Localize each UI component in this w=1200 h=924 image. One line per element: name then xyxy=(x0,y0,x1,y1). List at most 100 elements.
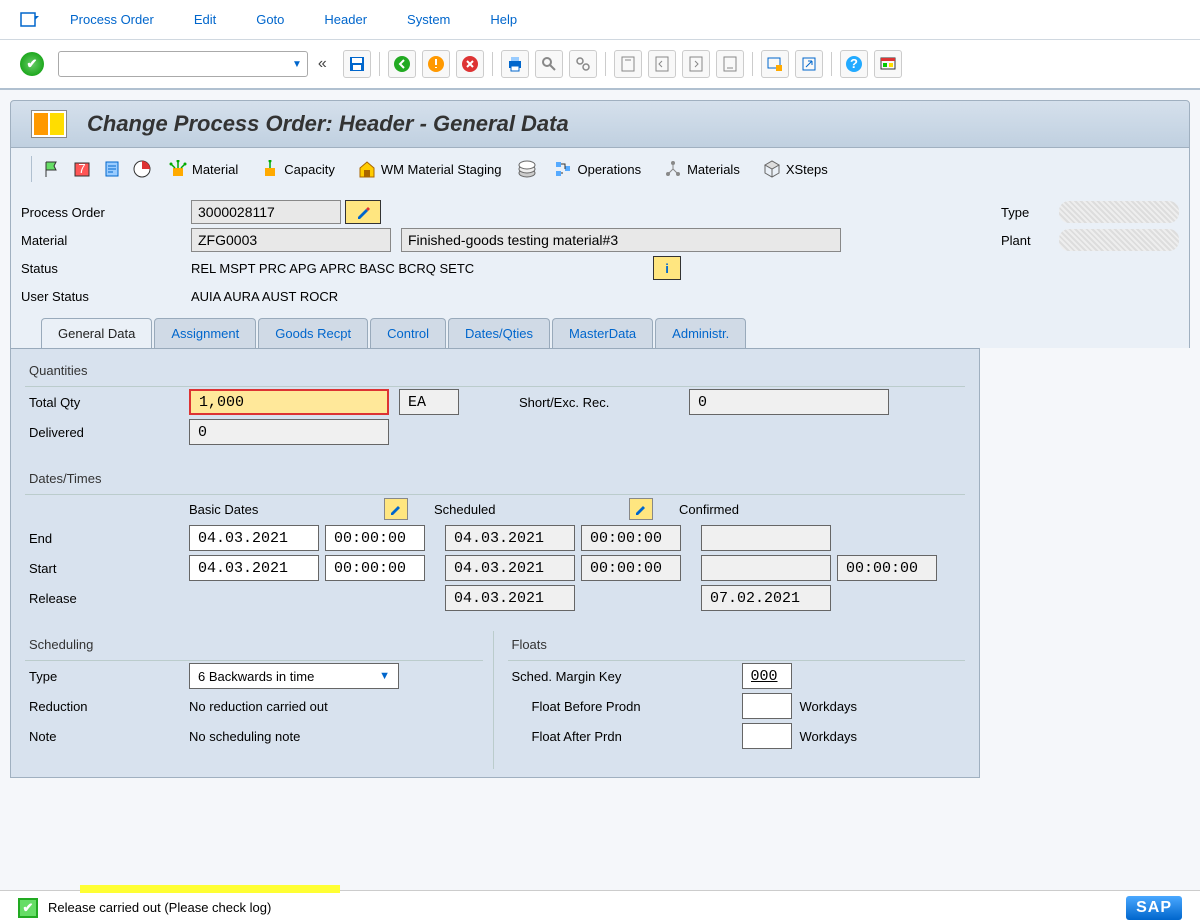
short-exc-label: Short/Exc. Rec. xyxy=(519,395,689,410)
scheduling-title: Scheduling xyxy=(25,631,483,658)
new-session-button[interactable] xyxy=(761,50,789,78)
tab-dates-qties[interactable]: Dates/Qties xyxy=(448,318,550,348)
floats-title: Floats xyxy=(508,631,966,658)
float-after-unit: Workdays xyxy=(800,729,858,744)
process-order-label: Process Order xyxy=(21,205,191,220)
type-label: Type xyxy=(1001,205,1051,220)
scheduled-edit-button[interactable] xyxy=(629,498,653,520)
tab-administr[interactable]: Administr. xyxy=(655,318,746,348)
tabstrip: General Data Assignment Goods Recpt Cont… xyxy=(10,314,1190,348)
find-next-button[interactable] xyxy=(569,50,597,78)
tab-control[interactable]: Control xyxy=(370,318,446,348)
prev-page-button[interactable] xyxy=(648,50,676,78)
find-button[interactable] xyxy=(535,50,563,78)
exit-button[interactable] xyxy=(422,50,450,78)
menu-edit[interactable]: Edit xyxy=(194,12,216,27)
material-button[interactable]: Material xyxy=(162,156,244,182)
menubar: Process Order Edit Goto Header System He… xyxy=(0,0,1200,40)
menu-header[interactable]: Header xyxy=(324,12,367,27)
basic-end-time[interactable] xyxy=(325,525,425,551)
float-after-label: Float After Prdn xyxy=(532,729,742,744)
total-qty-field[interactable] xyxy=(189,389,389,415)
menu-system[interactable]: System xyxy=(407,12,450,27)
last-page-button[interactable] xyxy=(716,50,744,78)
flag-icon[interactable] xyxy=(42,159,62,179)
status-value: REL MSPT PRC APG APRC BASC BCRQ SETC xyxy=(191,261,641,276)
conf-start-date xyxy=(701,555,831,581)
float-after-field[interactable] xyxy=(742,723,792,749)
save-button[interactable] xyxy=(343,50,371,78)
planning-icon[interactable] xyxy=(517,159,537,179)
margin-key-field[interactable] xyxy=(742,663,792,689)
transaction-icon xyxy=(31,110,67,138)
sched-end-time xyxy=(581,525,681,551)
tab-masterdata[interactable]: MasterData xyxy=(552,318,653,348)
user-status-value: AUIA AURA AUST ROCR xyxy=(191,289,338,304)
back-button[interactable] xyxy=(388,50,416,78)
plant-value xyxy=(1059,229,1179,251)
wm-staging-button[interactable]: WM Material Staging xyxy=(351,156,508,182)
total-qty-label: Total Qty xyxy=(29,395,189,410)
xsteps-button[interactable]: XSteps xyxy=(756,156,834,182)
tab-goods-recpt[interactable]: Goods Recpt xyxy=(258,318,368,348)
sched-type-select[interactable]: 6 Backwards in time xyxy=(189,663,399,689)
cancel-button[interactable] xyxy=(456,50,484,78)
col-confirmed-label: Confirmed xyxy=(679,502,904,517)
note-value: No scheduling note xyxy=(189,729,300,744)
start-label: Start xyxy=(29,561,189,576)
reduction-value: No reduction carried out xyxy=(189,699,328,714)
warehouse-icon xyxy=(357,159,377,179)
material-field[interactable] xyxy=(191,228,391,252)
sched-release-date xyxy=(445,585,575,611)
costs-icon[interactable] xyxy=(132,159,152,179)
delivered-label: Delivered xyxy=(29,425,189,440)
read-icon[interactable] xyxy=(102,159,122,179)
dates-title: Dates/Times xyxy=(25,465,965,492)
status-info-button[interactable]: i xyxy=(653,256,681,280)
capacity-button[interactable]: Capacity xyxy=(254,156,341,182)
menu-goto[interactable]: Goto xyxy=(256,12,284,27)
command-field[interactable] xyxy=(58,51,308,77)
command-dropdown-icon[interactable]: ▼ xyxy=(292,59,302,70)
print-button[interactable] xyxy=(501,50,529,78)
basic-edit-button[interactable] xyxy=(384,498,408,520)
capacity-button-label: Capacity xyxy=(284,162,335,177)
collapse-icon[interactable]: « xyxy=(318,55,327,73)
svg-text:7: 7 xyxy=(78,161,85,176)
conf-release-date xyxy=(701,585,831,611)
tab-assignment[interactable]: Assignment xyxy=(154,318,256,348)
scheduling-group: Scheduling Type 6 Backwards in time Redu… xyxy=(25,631,483,759)
uom-field xyxy=(399,389,459,415)
enter-button[interactable]: ✔ xyxy=(20,52,44,76)
status-success-icon: ✔ xyxy=(18,898,38,918)
shortcut-button[interactable] xyxy=(795,50,823,78)
materials-button[interactable]: Materials xyxy=(657,156,746,182)
menu-process-order[interactable]: Process Order xyxy=(70,12,154,27)
basic-end-date[interactable] xyxy=(189,525,319,551)
menu-help[interactable]: Help xyxy=(490,12,517,27)
help-button[interactable]: ? xyxy=(840,50,868,78)
operations-button[interactable]: Operations xyxy=(547,156,647,182)
basic-start-time[interactable] xyxy=(325,555,425,581)
sched-end-date xyxy=(445,525,575,551)
tab-general-data[interactable]: General Data xyxy=(41,318,152,348)
first-page-button[interactable] xyxy=(614,50,642,78)
general-data-panel: Quantities Total Qty Short/Exc. Rec. Del… xyxy=(10,348,980,778)
xsteps-label: XSteps xyxy=(786,162,828,177)
sched-type-label: Type xyxy=(29,669,189,684)
app-toolbar: 7 Material Capacity WM Material Staging … xyxy=(10,148,1190,190)
float-before-field[interactable] xyxy=(742,693,792,719)
next-page-button[interactable] xyxy=(682,50,710,78)
basic-start-date[interactable] xyxy=(189,555,319,581)
system-toolbar: ✔ ▼ « ? xyxy=(0,40,1200,90)
material-label: Material xyxy=(21,233,191,248)
float-before-unit: Workdays xyxy=(800,699,858,714)
dates-group: Dates/Times Basic Dates Scheduled Confir… xyxy=(25,465,965,621)
layout-button[interactable] xyxy=(874,50,902,78)
col-basic-label: Basic Dates xyxy=(189,502,414,517)
status-message: Release carried out (Please check log) xyxy=(48,900,271,915)
edit-order-button[interactable] xyxy=(345,200,381,224)
schedule-icon[interactable]: 7 xyxy=(72,159,92,179)
user-status-label: User Status xyxy=(21,289,191,304)
process-order-field[interactable] xyxy=(191,200,341,224)
